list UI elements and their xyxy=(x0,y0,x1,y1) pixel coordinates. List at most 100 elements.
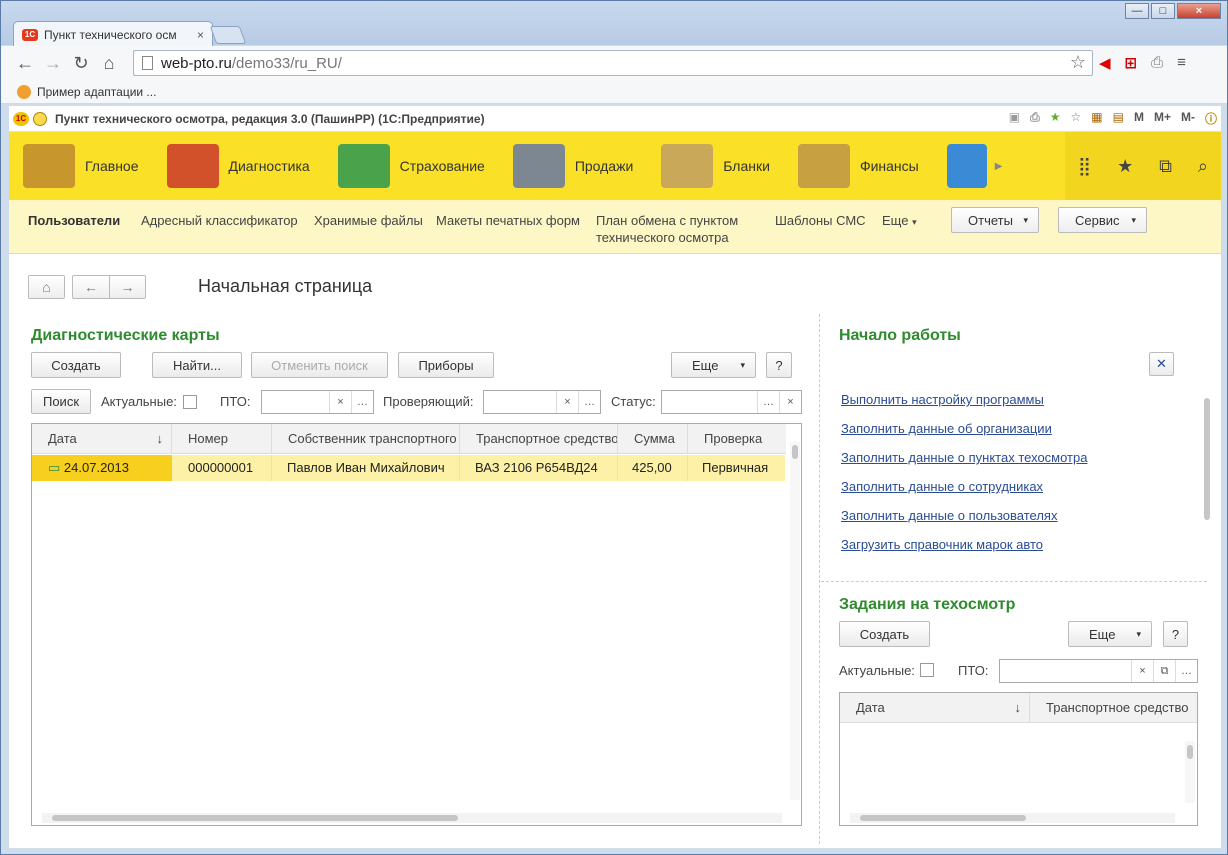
reload-icon[interactable]: ↻ xyxy=(67,53,95,74)
tasks-col-date[interactable]: Дата ↓ xyxy=(840,693,1030,723)
func-sms-templates[interactable]: Шаблоны СМС xyxy=(775,212,866,229)
tasks-more-button[interactable]: Еще ▾ xyxy=(1068,621,1152,647)
history-icon[interactable]: ⧉ xyxy=(1159,156,1172,177)
bookmark-item[interactable]: Пример адаптации ... xyxy=(37,85,156,99)
section-finance[interactable]: Финансы xyxy=(784,132,933,200)
link-pto-data[interactable]: Заполнить данные о пунктах техосмотра xyxy=(841,450,1087,465)
section-insurance[interactable]: Страхование xyxy=(324,132,499,200)
select-icon[interactable]: … xyxy=(351,391,373,413)
section-main[interactable]: Главное xyxy=(9,132,153,200)
func-stored-files[interactable]: Хранимые файлы xyxy=(314,212,423,229)
func-address-classifier[interactable]: Адресный классификатор xyxy=(141,212,298,229)
forward-arrow-icon[interactable]: → xyxy=(39,53,67,74)
reports-button[interactable]: Отчеты ▾ xyxy=(951,207,1039,233)
main-menu-icon[interactable] xyxy=(33,111,47,126)
vertical-scrollbar[interactable] xyxy=(790,442,800,800)
select-icon[interactable]: … xyxy=(757,391,779,413)
func-more[interactable]: Еще ▾ xyxy=(882,212,917,231)
select-icon[interactable]: … xyxy=(1175,660,1197,682)
inspector-field[interactable]: × … xyxy=(483,390,601,414)
actual-checkbox[interactable] xyxy=(183,395,197,409)
func-print-layouts[interactable]: Макеты печатных форм xyxy=(436,212,580,229)
section-admin[interactable]: ▶ xyxy=(933,132,1007,200)
tasks-help-button[interactable]: ? xyxy=(1163,621,1188,647)
tasks-table[interactable]: Дата ↓ Транспортное средство xyxy=(839,692,1198,826)
rating-icon[interactable]: ⊞ xyxy=(1125,54,1138,72)
col-owner[interactable]: Собственник транспортного xyxy=(272,424,460,454)
close-panel-button[interactable]: ✕ xyxy=(1149,352,1174,376)
calendar-icon[interactable]: ▤ xyxy=(1113,110,1124,127)
tasks-horizontal-scrollbar[interactable] xyxy=(850,813,1175,823)
calculator-icon[interactable]: ▦ xyxy=(1091,110,1102,127)
tasks-create-button[interactable]: Создать xyxy=(839,621,930,647)
menu-icon[interactable]: ≡ xyxy=(1177,54,1186,72)
func-users[interactable]: Пользователи xyxy=(28,212,120,229)
devices-button[interactable]: Приборы xyxy=(398,352,494,378)
col-sum[interactable]: Сумма xyxy=(618,424,688,454)
tasks-col-vehicle[interactable]: Транспортное средство xyxy=(1030,693,1197,723)
clear-icon[interactable]: × xyxy=(779,391,801,413)
favorites-star-icon[interactable]: ★ xyxy=(1117,156,1133,177)
create-button[interactable]: Создать xyxy=(31,352,121,378)
select-icon[interactable]: … xyxy=(578,391,600,413)
browser-tab[interactable]: 1C Пункт технического осм × xyxy=(13,21,213,47)
section-sales[interactable]: Продажи xyxy=(499,132,647,200)
find-button[interactable]: Найти... xyxy=(152,352,242,378)
info-icon[interactable]: ⓘ xyxy=(1205,110,1217,127)
cancel-search-button[interactable]: Отменить поиск xyxy=(251,352,388,378)
memory-m-button[interactable]: M xyxy=(1134,110,1144,127)
bookmark-star-icon[interactable]: ☆ xyxy=(1070,52,1086,73)
history-icon[interactable]: ☆ xyxy=(1071,110,1082,127)
diag-cards-table[interactable]: Дата ↓ Номер Собственник транспортного Тр… xyxy=(31,423,802,826)
clear-icon[interactable]: × xyxy=(1131,660,1153,682)
col-check[interactable]: Проверка xyxy=(688,424,786,454)
table-row[interactable]: ▭ 24.07.2013 000000001 Павлов Иван Михай… xyxy=(32,455,785,481)
search-button[interactable]: Поиск xyxy=(31,389,91,414)
col-number[interactable]: Номер xyxy=(172,424,272,454)
link-employees[interactable]: Заполнить данные о сотрудниках xyxy=(841,479,1043,494)
save-icon[interactable]: ▣ xyxy=(1009,110,1020,127)
favorites-icon[interactable]: ★ xyxy=(1050,110,1061,127)
all-functions-icon[interactable]: ⣿ xyxy=(1078,156,1091,177)
window-close-button[interactable]: × xyxy=(1177,3,1221,19)
scroll-thumb[interactable] xyxy=(1187,745,1193,759)
col-vehicle[interactable]: Транспортное средство xyxy=(460,424,618,454)
scroll-thumb[interactable] xyxy=(52,815,458,821)
scroll-thumb[interactable] xyxy=(792,445,798,459)
address-bar[interactable]: web-pto.ru /demo33/ru_RU/ ☆ xyxy=(133,50,1093,76)
tasks-pto-field[interactable]: × ⧉ … xyxy=(999,659,1198,683)
section-forms[interactable]: Бланки xyxy=(647,132,784,200)
scroll-right-icon[interactable]: ▶ xyxy=(995,161,1003,172)
help-button[interactable]: ? xyxy=(766,352,792,378)
clear-icon[interactable]: × xyxy=(329,391,351,413)
link-users[interactable]: Заполнить данные о пользователях xyxy=(841,508,1057,523)
tasks-actual-checkbox[interactable] xyxy=(920,663,934,677)
func-exchange-plan[interactable]: План обмена с пунктом технического осмот… xyxy=(596,212,738,246)
forward-button[interactable]: → xyxy=(109,275,146,299)
scroll-thumb[interactable] xyxy=(860,815,1026,821)
clear-icon[interactable]: × xyxy=(556,391,578,413)
back-button[interactable]: ← xyxy=(72,275,109,299)
maximize-button[interactable]: □ xyxy=(1151,3,1175,19)
status-field[interactable]: … × xyxy=(661,390,802,414)
horizontal-scrollbar[interactable] xyxy=(42,813,782,823)
scroll-thumb[interactable] xyxy=(1204,398,1210,520)
print-icon[interactable]: ⎙ xyxy=(1030,110,1040,127)
more-button[interactable]: Еще ▾ xyxy=(671,352,756,378)
start-panel-scrollbar[interactable] xyxy=(1202,394,1212,574)
section-diagnostics[interactable]: Диагностика xyxy=(153,132,324,200)
speaker-icon[interactable]: ◀ xyxy=(1099,54,1111,72)
home-button[interactable]: ⌂ xyxy=(28,275,65,299)
service-button[interactable]: Сервис ▾ xyxy=(1058,207,1147,233)
minimize-button[interactable]: — xyxy=(1125,3,1149,19)
back-arrow-icon[interactable]: ← xyxy=(11,53,39,74)
print-icon[interactable]: ⎙ xyxy=(1151,54,1163,72)
memory-mplus-button[interactable]: M+ xyxy=(1154,110,1171,127)
link-org-data[interactable]: Заполнить данные об организации xyxy=(841,421,1052,436)
memory-mminus-button[interactable]: M- xyxy=(1181,110,1195,127)
link-setup[interactable]: Выполнить настройку программы xyxy=(841,392,1044,407)
search-icon[interactable]: ⌕ xyxy=(1198,156,1208,177)
link-car-brands[interactable]: Загрузить справочник марок авто xyxy=(841,537,1043,552)
open-icon[interactable]: ⧉ xyxy=(1153,660,1175,682)
pto-field[interactable]: × … xyxy=(261,390,374,414)
